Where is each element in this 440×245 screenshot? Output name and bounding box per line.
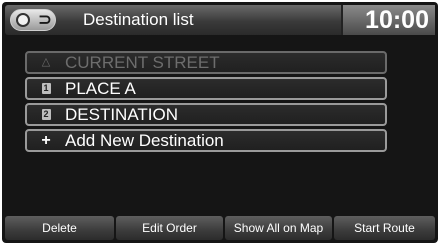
back-arrow-icon: ⊃	[37, 10, 53, 29]
list-item-destination[interactable]: 2 DESTINATION	[25, 103, 387, 126]
plus-icon: +	[41, 132, 51, 149]
edit-order-button[interactable]: Edit Order	[116, 216, 223, 240]
bottom-button-bar: Delete Edit Order Show All on Map Start …	[5, 216, 435, 240]
navigation-compass-icon	[16, 13, 30, 27]
list-item-label: Add New Destination	[65, 131, 224, 150]
start-route-button[interactable]: Start Route	[334, 216, 435, 240]
nav-screen: ⊃ Destination list 10:00 △ CURRENT STREE…	[2, 2, 438, 243]
show-all-on-map-button[interactable]: Show All on Map	[225, 216, 332, 240]
list-item-label: PLACE A	[65, 79, 136, 98]
triangle-icon: △	[41, 56, 51, 68]
number-one-icon: 1	[41, 82, 51, 94]
header-bar: ⊃ Destination list 10:00	[5, 5, 435, 35]
add-new-destination-button[interactable]: + Add New Destination	[25, 129, 387, 152]
list-item-current-street: △ CURRENT STREET	[25, 51, 387, 74]
delete-button[interactable]: Delete	[5, 216, 114, 240]
clock: 10:00	[365, 6, 429, 34]
clock-panel: 10:00	[341, 5, 435, 35]
number-two-icon: 2	[41, 108, 51, 120]
page-title: Destination list	[83, 10, 194, 29]
list-item-label: DESTINATION	[65, 105, 179, 124]
list-item-label: CURRENT STREET	[65, 53, 220, 72]
map-back-button[interactable]: ⊃	[10, 9, 56, 31]
list-item-place-a[interactable]: 1 PLACE A	[25, 77, 387, 100]
